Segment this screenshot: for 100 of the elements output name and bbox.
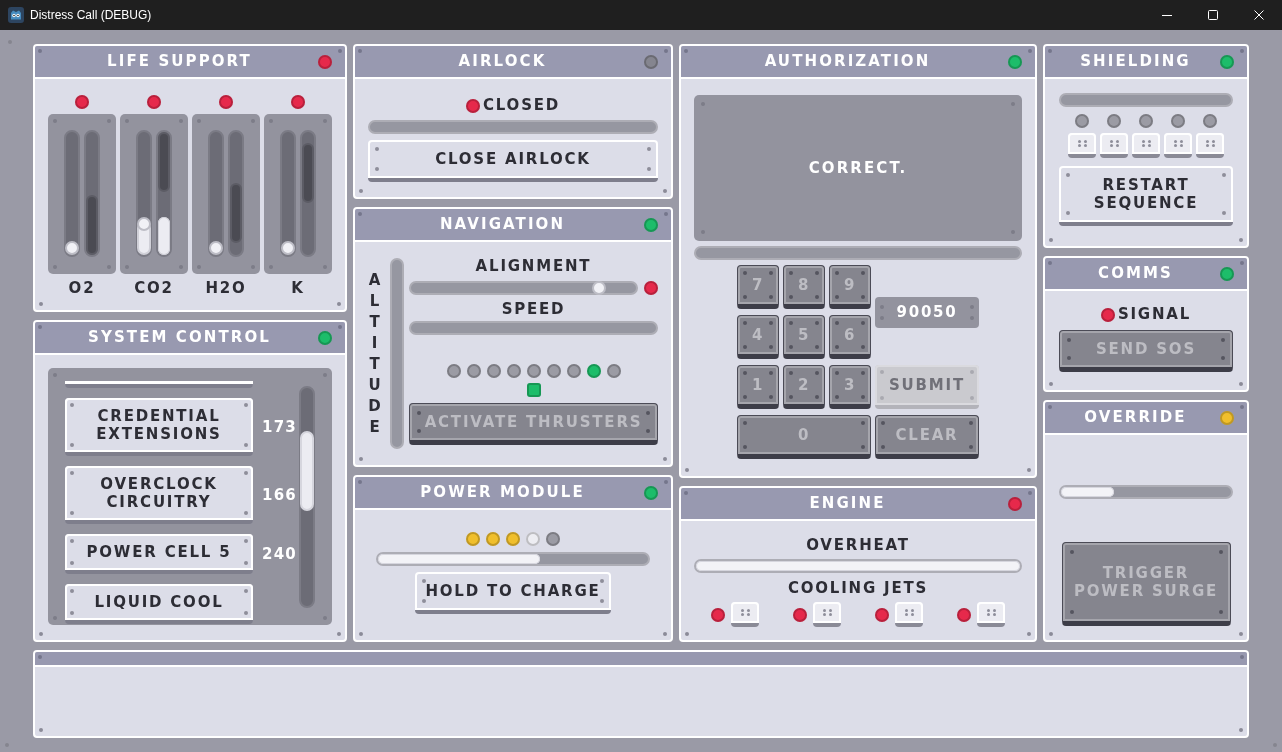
- slider-track[interactable]: [228, 130, 244, 257]
- gauge-label: K: [291, 280, 305, 297]
- range-thumb[interactable]: [158, 132, 170, 192]
- slider-track[interactable]: [156, 130, 172, 257]
- scrollbar-thumb[interactable]: [300, 431, 314, 511]
- keypad-key[interactable]: 8: [783, 265, 825, 309]
- slider-track[interactable]: [84, 130, 100, 257]
- keypad-key[interactable]: 1: [737, 365, 779, 409]
- screw-icon: [244, 589, 248, 593]
- screw-icon: [789, 345, 793, 349]
- signal-label: SIGNAL: [1117, 306, 1192, 323]
- toggle-switch[interactable]: [1100, 133, 1128, 158]
- slider-track[interactable]: [64, 130, 80, 257]
- screw-icon: [835, 321, 839, 325]
- slider-thumb[interactable]: [281, 241, 295, 255]
- slider-track[interactable]: [208, 130, 224, 257]
- gauge-label: OVERHEAT: [806, 537, 910, 554]
- toggle-switch[interactable]: [1132, 133, 1160, 158]
- action-button[interactable]: HOLD TO CHARGE: [415, 572, 611, 614]
- screw-icon: [743, 321, 747, 325]
- toggle-switch[interactable]: [1196, 133, 1224, 158]
- screw-icon: [1048, 405, 1052, 409]
- keypad-key[interactable]: 0: [737, 415, 871, 459]
- screw-icon: [417, 411, 421, 415]
- action-button[interactable]: TRIGGER POWER SURGE: [1061, 542, 1231, 626]
- gauge-label: H2O: [205, 280, 247, 297]
- screw-icon: [244, 561, 248, 565]
- toggle-switch[interactable]: [977, 602, 1005, 627]
- list-item-button[interactable]: OVERCLOCK CIRCUITRY: [65, 466, 253, 524]
- screw-icon: [422, 599, 426, 603]
- slider-thumb[interactable]: [137, 217, 151, 232]
- slider-track[interactable]: [409, 281, 638, 295]
- keypad-key[interactable]: 2: [783, 365, 825, 409]
- screw-icon: [743, 421, 747, 425]
- slider-track[interactable]: [300, 130, 316, 257]
- list-item-button[interactable]: CREDENTIAL EXTENSIONS: [65, 398, 253, 456]
- screw-icon: [880, 396, 884, 400]
- range-thumb[interactable]: [302, 143, 314, 204]
- slider-thumb[interactable]: [65, 241, 79, 255]
- keypad-key[interactable]: 3: [829, 365, 871, 409]
- range-thumb[interactable]: [230, 183, 242, 244]
- screw-icon: [70, 611, 74, 615]
- toggle-switch[interactable]: [895, 602, 923, 627]
- panel-title: AIRLOCK: [457, 51, 548, 73]
- gauge-label: O2: [68, 280, 96, 297]
- slider-thumb[interactable]: [591, 281, 606, 295]
- screw-icon: [375, 167, 379, 171]
- list-item-button[interactable]: POWER CELL 5: [65, 534, 253, 574]
- action-button[interactable]: SEND SOS: [1059, 330, 1233, 372]
- submit-button[interactable]: SUBMIT: [875, 365, 979, 409]
- screw-icon: [1239, 728, 1243, 732]
- screw-icon: [769, 321, 773, 325]
- screw-icon: [969, 445, 973, 449]
- panel-title: POWER MODULE: [419, 482, 586, 504]
- keypad-key[interactable]: 7: [737, 265, 779, 309]
- screw-icon: [70, 471, 74, 475]
- list-item-button[interactable]: LIQUID COOL: [65, 584, 253, 624]
- screw-icon: [70, 561, 74, 565]
- keypad-key[interactable]: 5: [783, 315, 825, 359]
- toggle-switch[interactable]: [1164, 133, 1192, 158]
- range-thumb[interactable]: [86, 195, 98, 255]
- screw-icon: [1027, 632, 1031, 636]
- toggle-switch[interactable]: [731, 602, 759, 627]
- screw-icon: [861, 295, 865, 299]
- panel-title: ENGINE: [808, 493, 887, 515]
- toggle-switch[interactable]: [813, 602, 841, 627]
- screw-icon: [244, 611, 248, 615]
- keypad-key[interactable]: 4: [737, 315, 779, 359]
- screw-icon: [684, 491, 688, 495]
- toggle-switch[interactable]: [1068, 133, 1096, 158]
- screw-icon: [664, 49, 668, 53]
- panel-title: SHIELDING: [1079, 51, 1192, 73]
- slider-thumb[interactable]: [209, 241, 223, 255]
- screw-icon: [1218, 550, 1223, 554]
- action-button[interactable]: RESTART SEQUENCE: [1059, 166, 1233, 226]
- screw-icon: [769, 345, 773, 349]
- grip-dots-icon: [986, 609, 996, 616]
- clear-button[interactable]: CLEAR: [875, 415, 979, 459]
- minimize-icon: [1162, 14, 1172, 16]
- screw-icon: [835, 345, 839, 349]
- screw-icon: [647, 167, 651, 171]
- screw-icon: [600, 579, 604, 583]
- action-button[interactable]: ACTIVATE THRUSTERS: [409, 403, 658, 445]
- screw-icon: [1066, 211, 1070, 215]
- screw-icon: [244, 403, 248, 407]
- scrollbar-track[interactable]: [299, 386, 315, 608]
- action-button[interactable]: CLOSE AIRLOCK: [368, 140, 658, 182]
- screw-icon: [359, 189, 363, 193]
- screw-icon: [1222, 211, 1226, 215]
- screw-icon: [815, 395, 819, 399]
- keypad-key[interactable]: 6: [829, 315, 871, 359]
- slider-track[interactable]: [136, 130, 152, 257]
- screw-icon: [39, 728, 43, 732]
- screw-icon: [1218, 610, 1223, 614]
- screw-icon: [1240, 655, 1244, 659]
- screw-icon: [664, 212, 668, 216]
- keypad-key[interactable]: 9: [829, 265, 871, 309]
- slider-track[interactable]: [280, 130, 296, 257]
- screw-icon: [244, 539, 248, 543]
- screw-icon: [1067, 356, 1071, 360]
